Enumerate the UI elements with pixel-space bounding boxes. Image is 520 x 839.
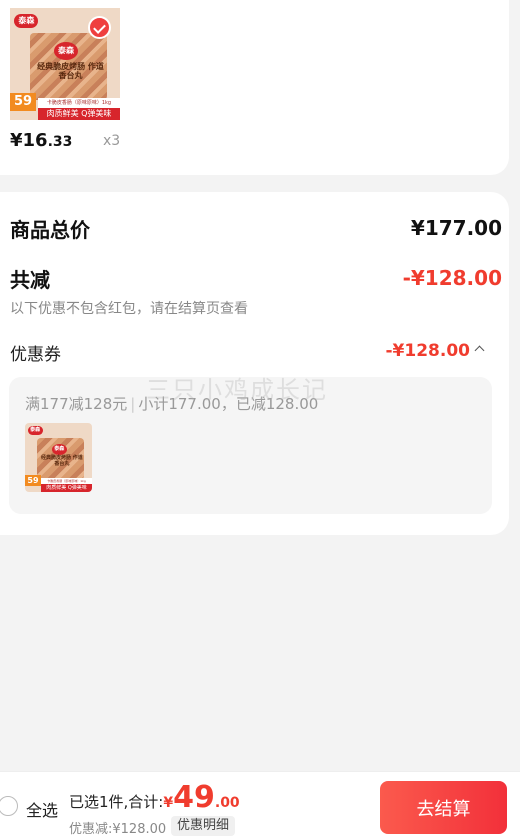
product-bag-text: 经典脆皮烤肠 作道香台丸 xyxy=(40,455,83,467)
quantity: x3 xyxy=(103,133,121,149)
total-reduce-label: 共减 xyxy=(10,268,50,292)
total-reduce-value: -¥128.00 xyxy=(402,266,502,290)
currency-symbol: ¥ xyxy=(163,795,174,811)
brand-logo: 泰森 xyxy=(14,13,39,28)
brand-seal: 泰森 xyxy=(54,41,78,60)
select-all-label[interactable]: 全选 xyxy=(26,797,58,821)
cart-item-card: 泰森 泰森 经典脆皮烤肠 作道香台丸 卡脆皮香肠（原味原味）1kg 59 肉质鲜… xyxy=(0,0,509,175)
product-slogan: 肉质鲜美 Q弹美味 xyxy=(38,108,120,120)
product-spec-strip: 卡脆皮香肠（原味原味）1kg xyxy=(38,98,120,108)
brand-seal: 泰森 xyxy=(51,443,67,455)
unit-price-main: ¥16 xyxy=(10,130,48,151)
total-amount-integer: 49 xyxy=(173,780,215,815)
total-amount-decimal: .00 xyxy=(214,795,240,811)
selected-count-text: 已选1件,合计: xyxy=(69,793,164,811)
order-total: 已选1件,合计:¥49.00 xyxy=(69,780,240,815)
total-price-value: ¥177.00 xyxy=(410,216,502,240)
coupon-label[interactable]: 优惠券 xyxy=(10,340,61,365)
product-bag-text: 经典脆皮烤肠 作道香台丸 xyxy=(37,61,104,80)
coupon-rule: 满177减128元 xyxy=(25,395,128,413)
brand-logo: 泰森 xyxy=(27,426,43,436)
unit-price-decimal: .33 xyxy=(47,134,73,150)
discount-detail-button[interactable]: 优惠明细 xyxy=(171,816,236,836)
saving-amount: 优惠减:¥128.00 xyxy=(69,822,167,837)
product-slogan: 肉质鲜美 Q弹美味 xyxy=(41,484,92,492)
price-tag: 59 xyxy=(25,475,41,487)
price-tag: 59 xyxy=(10,93,36,112)
selected-check-icon[interactable] xyxy=(88,16,111,39)
coupon-value[interactable]: -¥128.00 xyxy=(386,341,471,361)
checkout-bar: 全选 已选1件,合计:¥49.00 优惠减:¥128.00 优惠明细 去结算 xyxy=(0,771,520,839)
watermark: 三只小鸡成长记 xyxy=(146,376,328,404)
discount-note: 以下优惠不包含红包，请在结算页查看 xyxy=(10,301,248,317)
select-all-radio[interactable] xyxy=(0,796,18,816)
divider: | xyxy=(130,395,136,413)
checkout-button[interactable]: 去结算 xyxy=(380,781,507,834)
unit-price: ¥16.33 xyxy=(10,130,72,151)
coupon-product-image: 泰森 泰森 经典脆皮烤肠 作道香台丸 卡脆皮香肠（原味原味）1kg 59 肉质鲜… xyxy=(25,423,92,492)
total-price-label: 商品总价 xyxy=(10,218,90,242)
